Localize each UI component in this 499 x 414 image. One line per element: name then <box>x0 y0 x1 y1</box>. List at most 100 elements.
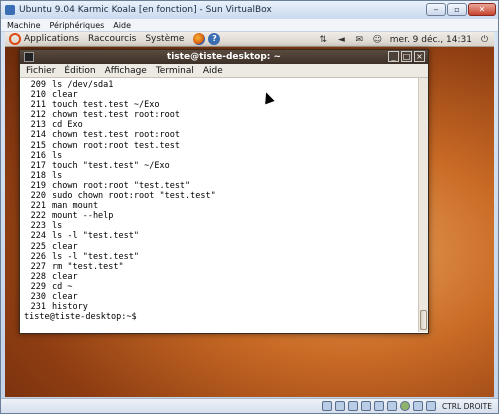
floppy-icon[interactable] <box>347 401 358 411</box>
history-command: clear <box>52 271 78 282</box>
history-number: 227 <box>30 261 46 272</box>
history-line: 224 ls -l "test.test" <box>24 231 418 241</box>
vbox-titlebar[interactable]: Ubuntu 9.04 Karmic Koala [en fonction] -… <box>1 1 498 19</box>
terminal-titlebar[interactable]: tiste@tiste-desktop: ~ _ □ × <box>20 50 428 64</box>
history-number: 218 <box>30 170 46 181</box>
vbox-menubar: Machine Périphériques Aide <box>1 19 498 32</box>
panel-tray: ⇅ ◄ ✉ ☺ mer. 9 déc., 14:31 ⏻ <box>318 32 490 47</box>
terminal-title: tiste@tiste-desktop: ~ <box>166 52 282 62</box>
history-line: 209 ls /dev/sda1 <box>24 80 418 90</box>
history-line: 226 ls -l "test.test" <box>24 252 418 262</box>
terminal-minimize-button[interactable]: _ <box>388 51 399 62</box>
close-button[interactable]: ✕ <box>468 3 496 16</box>
history-line: 227 rm "test.test" <box>24 262 418 272</box>
shared-folder-icon[interactable] <box>386 401 397 411</box>
terminal-scrollbar[interactable] <box>418 78 428 332</box>
history-line: 213 cd Exo <box>24 120 418 130</box>
terminal-maximize-button[interactable]: □ <box>401 51 412 62</box>
history-command: sudo chown root:root "test.test" <box>52 191 216 202</box>
panel-clock[interactable]: mer. 9 déc., 14:31 <box>390 35 472 45</box>
power-icon[interactable]: ⏻ <box>479 35 490 45</box>
history-line: 212 chown test.test root:root <box>24 110 418 120</box>
network-icon[interactable]: ⇅ <box>318 35 329 45</box>
history-number: 224 <box>30 231 46 242</box>
virtualbox-window: Ubuntu 9.04 Karmic Koala [en fonction] -… <box>0 0 499 414</box>
history-command: chown test.test root:root <box>52 130 180 141</box>
usb-icon[interactable] <box>373 401 384 411</box>
mail-icon[interactable]: ✉ <box>354 35 365 45</box>
history-line: 221 man mount <box>24 201 418 211</box>
history-number: 225 <box>30 241 46 252</box>
virtualization-icon <box>399 401 410 411</box>
history-number: 216 <box>30 150 46 161</box>
history-command: touch "test.test" ~/Exo <box>52 160 170 171</box>
history-number: 213 <box>30 120 46 131</box>
menu-terminal[interactable]: Terminal <box>156 66 194 76</box>
history-line: 219 chown root:root "test.test" <box>24 181 418 191</box>
history-line: 222 mount --help <box>24 211 418 221</box>
minimize-button[interactable]: ‒ <box>426 3 446 16</box>
history-line: 230 clear <box>24 292 418 302</box>
chat-icon[interactable]: ☺ <box>372 35 383 45</box>
history-command: clear <box>52 241 78 252</box>
firefox-launcher-icon[interactable] <box>193 33 206 45</box>
history-number: 219 <box>30 180 46 191</box>
menu-applications[interactable]: Applications <box>24 34 79 44</box>
history-line: 225 clear <box>24 242 418 252</box>
menu-affichage[interactable]: Affichage <box>105 66 147 76</box>
help-launcher-icon[interactable]: ? <box>208 33 221 45</box>
terminal-close-button[interactable]: × <box>414 51 425 62</box>
scrollbar-thumb[interactable] <box>420 310 427 330</box>
vbox-statusbar: CTRL DROITE <box>1 398 498 413</box>
vbox-window-controls: ‒ ▫ ✕ <box>426 3 496 16</box>
history-line: 211 touch test.test ~/Exo <box>24 100 418 110</box>
terminal-icon <box>24 52 34 62</box>
menu-machine[interactable]: Machine <box>7 21 41 30</box>
history-command: chown root:root test.test <box>52 140 180 151</box>
history-command: chown test.test root:root <box>52 110 180 121</box>
history-number: 228 <box>30 271 46 282</box>
vbox-window-title: Ubuntu 9.04 Karmic Koala [en fonction] -… <box>19 5 272 15</box>
cdrom-icon[interactable] <box>334 401 345 411</box>
menu-edition[interactable]: Édition <box>64 66 95 76</box>
terminal-output[interactable]: 209 ls /dev/sda1 210 clear 211 touch test.tes… <box>20 78 418 332</box>
history-line: 214 chown test.test root:root <box>24 130 418 140</box>
history-line: 231 history <box>24 302 418 312</box>
virtualbox-icon <box>5 5 15 15</box>
ubuntu-logo-icon <box>9 33 21 45</box>
hdd-icon[interactable] <box>321 401 332 411</box>
mouse-integration-icon[interactable] <box>412 401 423 411</box>
history-number: 226 <box>30 251 46 262</box>
host-key-icon <box>425 401 436 411</box>
history-number: 210 <box>30 90 46 101</box>
menu-terminal-aide[interactable]: Aide <box>203 66 223 76</box>
history-number: 212 <box>30 110 46 121</box>
history-command: ls <box>52 150 63 161</box>
history-command: cd ~ <box>52 281 73 292</box>
shell-prompt[interactable]: tiste@tiste-desktop:~$ <box>24 312 418 322</box>
history-number: 222 <box>30 211 46 222</box>
history-command: touch test.test ~/Exo <box>52 100 160 111</box>
history-number: 223 <box>30 221 46 232</box>
menu-peripheriques[interactable]: Périphériques <box>50 21 105 30</box>
menu-systeme[interactable]: Système <box>145 34 184 44</box>
guest-screen[interactable]: Applications Raccourcis Système ? ⇅ ◄ ✉ … <box>5 32 494 397</box>
history-number: 220 <box>30 191 46 202</box>
history-number: 211 <box>30 100 46 111</box>
volume-icon[interactable]: ◄ <box>336 35 347 45</box>
history-command: history <box>52 302 88 313</box>
history-command: clear <box>52 90 78 101</box>
terminal-window: tiste@tiste-desktop: ~ _ □ × Fichier Édi… <box>19 49 429 334</box>
menu-fichier[interactable]: Fichier <box>26 66 55 76</box>
history-command: ls <box>52 221 63 232</box>
network-adapter-icon[interactable] <box>360 401 371 411</box>
history-number: 209 <box>30 80 46 90</box>
history-number: 217 <box>30 160 46 171</box>
maximize-button[interactable]: ▫ <box>447 3 467 16</box>
history-line: 210 clear <box>24 90 418 100</box>
history-number: 230 <box>30 291 46 302</box>
history-command: mount --help <box>52 211 114 222</box>
menu-aide[interactable]: Aide <box>113 21 131 30</box>
history-command: ls /dev/sda1 <box>52 80 114 90</box>
menu-raccourcis[interactable]: Raccourcis <box>88 34 136 44</box>
